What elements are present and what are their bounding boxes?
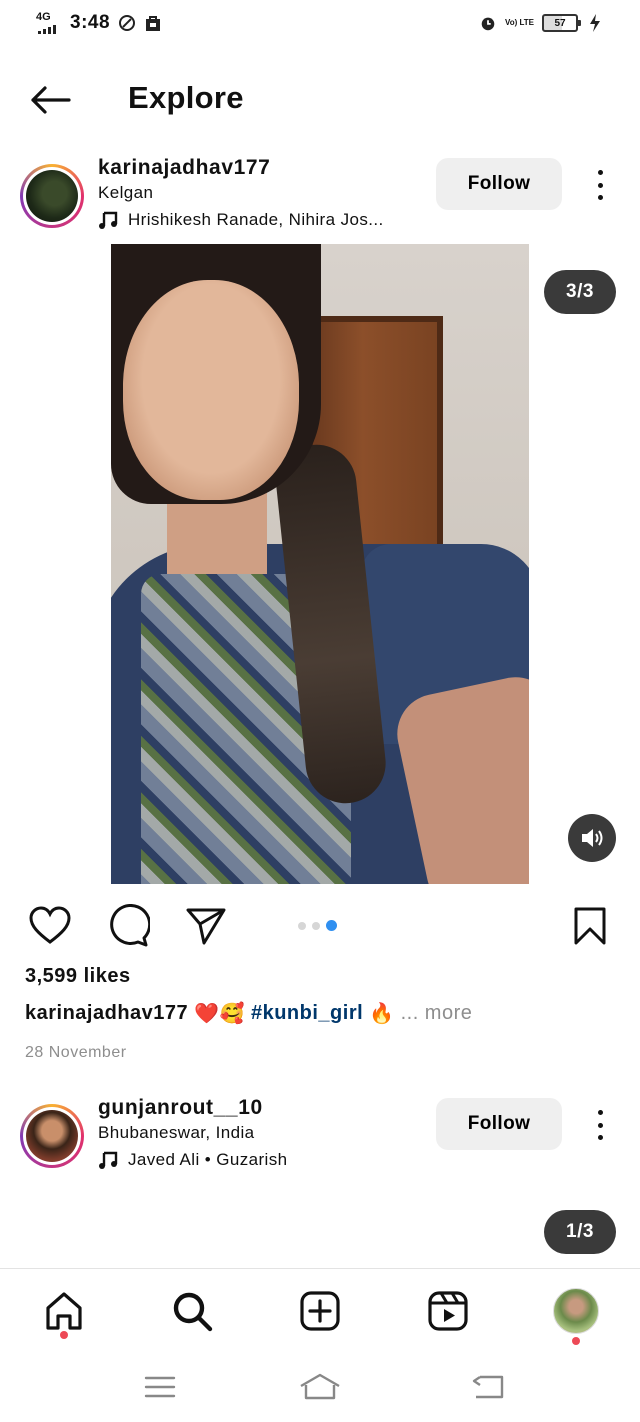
- carousel-dot: [312, 921, 320, 930]
- avatar: [26, 170, 78, 222]
- carousel-dot: [298, 921, 306, 930]
- save-button[interactable]: [566, 902, 614, 950]
- bottom-navigation: [0, 1268, 640, 1352]
- post-username[interactable]: karinajadhav177: [98, 156, 270, 180]
- post-media[interactable]: 3/3: [0, 244, 640, 884]
- status-bar: 4G 3:48 Vo) LTE 57: [0, 0, 640, 48]
- heart-icon: [29, 906, 71, 944]
- back-button[interactable]: [28, 82, 72, 118]
- network-type: 4G: [36, 11, 51, 23]
- caption-fire-emoji: 🔥: [369, 1001, 395, 1025]
- post-date: 28 November: [25, 1044, 127, 1061]
- post-music[interactable]: Javed Ali • Guzarish: [98, 1150, 287, 1170]
- carousel-indicator: [298, 920, 337, 931]
- shopping-bag-icon: [144, 14, 162, 32]
- bookmark-icon: [574, 907, 606, 945]
- return-icon: [472, 1375, 504, 1399]
- reels-icon: [428, 1291, 468, 1331]
- profile-avatar: [553, 1288, 599, 1334]
- nav-home[interactable]: [36, 1283, 92, 1339]
- clock-time: 3:48: [70, 12, 111, 33]
- back-system-button[interactable]: [466, 1370, 510, 1404]
- music-label: Javed Ali • Guzarish: [128, 1150, 288, 1169]
- comment-button[interactable]: [104, 902, 152, 950]
- speaker-icon: [582, 829, 603, 847]
- home-system-button[interactable]: [298, 1370, 342, 1404]
- network-indicator: 4G: [36, 12, 62, 34]
- post-music[interactable]: Hrishikesh Ranade, Nihira Jos...: [98, 210, 384, 230]
- like-button[interactable]: [26, 902, 74, 950]
- follow-button[interactable]: Follow: [436, 158, 562, 210]
- like-count[interactable]: 3,599 likes: [25, 965, 131, 988]
- share-button[interactable]: [182, 902, 230, 950]
- more-options-button[interactable]: [588, 168, 612, 202]
- post-header: karinajadhav177 Kelgan Hrishikesh Ranade…: [0, 156, 640, 246]
- alarm-icon: [479, 14, 497, 32]
- signal-icon: [38, 25, 56, 34]
- send-icon: [186, 908, 226, 945]
- house-outline-icon: [300, 1373, 340, 1400]
- create-icon: [300, 1291, 340, 1331]
- more-options-button[interactable]: [588, 1108, 612, 1142]
- comment-icon: [110, 904, 150, 947]
- battery-icon: 57: [542, 14, 581, 32]
- menu-icon: [144, 1376, 176, 1398]
- post-username[interactable]: gunjanrout__10: [98, 1096, 263, 1120]
- volte-indicator: Vo) LTE: [504, 18, 534, 27]
- caption-hashtag[interactable]: #kunbi_girl: [251, 1002, 363, 1025]
- music-note-icon: [99, 211, 118, 229]
- post-caption: karinajadhav177 ❤️🥰 #kunbi_girl 🔥 ... mor…: [25, 1001, 472, 1025]
- home-icon: [46, 1292, 82, 1330]
- post-actions: [0, 898, 640, 954]
- story-avatar[interactable]: [20, 1104, 84, 1168]
- caption-more-link[interactable]: ... more: [401, 1002, 473, 1025]
- notification-dot: [60, 1331, 68, 1339]
- carousel-counter: 3/3: [544, 270, 616, 314]
- caption-emojis: ❤️🥰: [194, 1001, 245, 1025]
- nav-search[interactable]: [164, 1283, 220, 1339]
- nav-reels[interactable]: [420, 1283, 476, 1339]
- charging-icon: [586, 14, 604, 32]
- follow-button[interactable]: Follow: [436, 1098, 562, 1150]
- recents-button[interactable]: [138, 1370, 182, 1404]
- post-location[interactable]: Kelgan: [98, 183, 153, 203]
- nav-profile[interactable]: [548, 1283, 604, 1345]
- arrow-left-icon: [31, 86, 71, 114]
- search-icon: [173, 1292, 213, 1332]
- post-location[interactable]: Bhubaneswar, India: [98, 1123, 255, 1143]
- post-header: gunjanrout__10 Bhubaneswar, India Javed …: [0, 1096, 640, 1186]
- data-saver-icon: [118, 14, 136, 32]
- caption-username[interactable]: karinajadhav177: [25, 1002, 188, 1025]
- music-label: Hrishikesh Ranade, Nihira Jos...: [128, 210, 384, 229]
- nav-create[interactable]: [292, 1283, 348, 1339]
- top-bar: Explore: [0, 70, 640, 130]
- post-photo: [111, 244, 529, 884]
- avatar: [26, 1110, 78, 1162]
- carousel-dot-active: [326, 920, 337, 931]
- notification-dot: [572, 1337, 580, 1345]
- carousel-counter: 1/3: [544, 1210, 616, 1254]
- page-title: Explore: [128, 80, 244, 115]
- sound-button[interactable]: [568, 814, 616, 862]
- battery-level: 57: [554, 17, 566, 29]
- system-navigation: [0, 1352, 640, 1422]
- story-avatar[interactable]: [20, 164, 84, 228]
- music-note-icon: [99, 1151, 118, 1169]
